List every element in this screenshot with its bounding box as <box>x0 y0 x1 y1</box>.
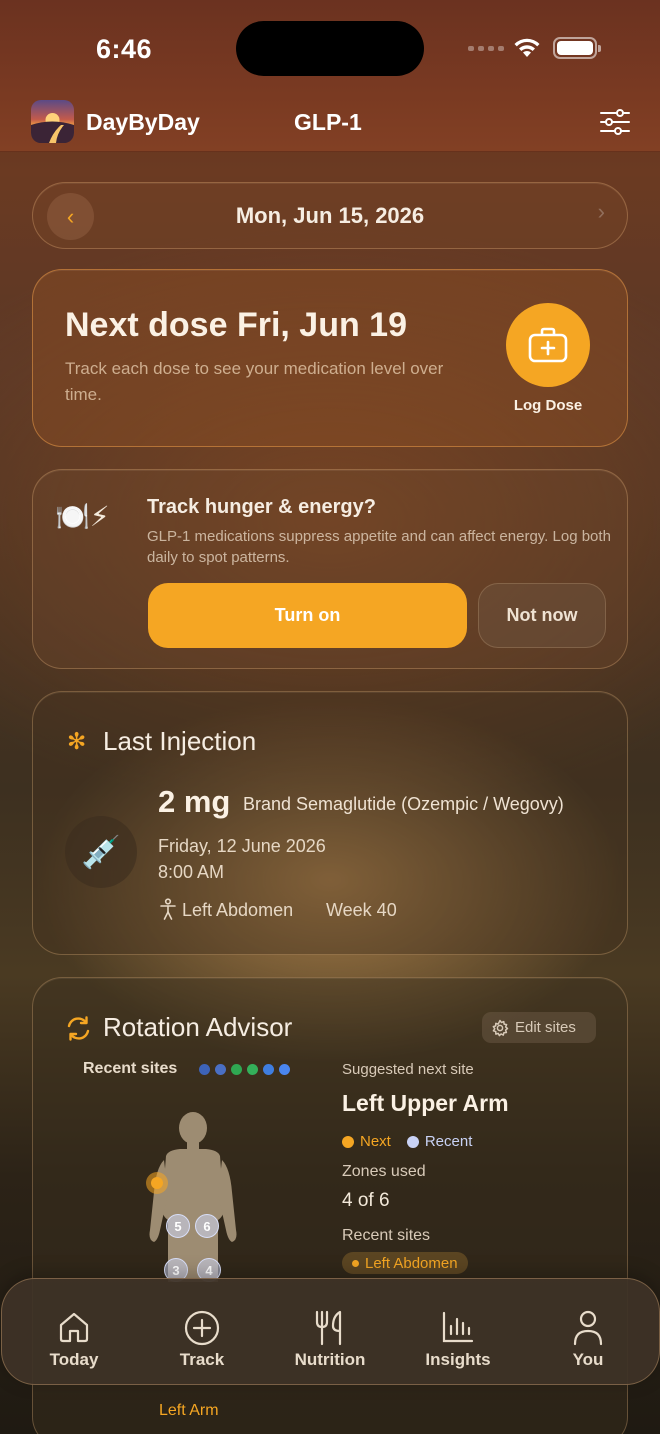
injection-time: 8:00 AM <box>158 862 225 882</box>
injection-site: Left Abdomen <box>182 900 294 920</box>
zones-used-label: Zones used <box>342 1163 426 1180</box>
next-legend-dot <box>342 1135 354 1148</box>
prompt-subtitle: GLP-1 medications suppress appetite and … <box>147 528 611 566</box>
chip-dot <box>352 1259 359 1267</box>
legend: Next Recent <box>342 1133 472 1150</box>
fork-knife-icon <box>315 1310 342 1346</box>
log-dose-button[interactable] <box>506 303 590 387</box>
tab-label: Insights <box>425 1350 491 1369</box>
tab-label: Today <box>49 1350 99 1369</box>
last-injection-card[interactable]: ✻ Last Injection 💉 2 mg Brand Semaglutid… <box>32 691 628 955</box>
tab-insights[interactable]: Insights <box>403 1279 513 1386</box>
hunger-energy-prompt: 🍽️⚡ Track hunger & energy? GLP-1 medicat… <box>32 469 628 669</box>
zones-used-value: 4 of 6 <box>342 1190 390 1211</box>
next-dose-title: Next dose Fri, Jun 19 <box>65 306 407 344</box>
recent-site-dot <box>231 1064 242 1075</box>
dose-amount: 2 mg <box>158 784 231 819</box>
gear-icon <box>492 1019 509 1036</box>
status-bar: 6:46 <box>0 0 660 96</box>
status-time: 6:46 <box>96 34 153 64</box>
chevron-right-icon: › <box>597 199 605 224</box>
medication-brand: Brand Semaglutide (Ozempic / Wegovy) <box>243 794 564 814</box>
recent-site-dot <box>199 1064 210 1075</box>
body-figure-icon <box>160 898 176 920</box>
person-icon <box>573 1310 603 1346</box>
rotate-arrows-icon <box>67 1016 90 1041</box>
header: DayByDay GLP-1 <box>0 96 660 152</box>
site-marker-5[interactable]: 5 <box>166 1214 190 1238</box>
edit-sites-label: Edit sites <box>515 1019 576 1036</box>
recent-site-dot <box>263 1064 274 1075</box>
asterisk-icon: ✻ <box>67 728 87 754</box>
cellular-signal-icon <box>468 46 504 51</box>
recent-site-dot <box>279 1064 290 1075</box>
next-day-button[interactable]: › <box>598 199 605 225</box>
recent-sites-list-label: Recent sites <box>342 1227 431 1244</box>
recent-site-dot <box>215 1064 226 1075</box>
left-arm-label: Left Arm <box>159 1402 219 1419</box>
plus-circle-icon <box>184 1310 220 1346</box>
next-site-marker[interactable] <box>146 1172 168 1194</box>
dynamic-island <box>236 21 424 76</box>
app-logo <box>31 100 74 143</box>
injection-date: Friday, 12 June 2026 <box>158 836 326 856</box>
wifi-icon <box>514 38 540 57</box>
body-diagram <box>149 1112 237 1282</box>
syringe-icon: 💉 <box>65 816 137 888</box>
suggested-next-label: Suggested next site <box>342 1061 474 1078</box>
recent-site-dot <box>247 1064 258 1075</box>
tab-nutrition[interactable]: Nutrition <box>275 1279 385 1386</box>
section-title: Rotation Advisor <box>103 1012 293 1042</box>
next-dose-card: Next dose Fri, Jun 19 Track each dose to… <box>32 269 628 447</box>
bar-chart-icon <box>442 1311 474 1343</box>
log-dose-label[interactable]: Log Dose <box>483 397 613 414</box>
suggested-next-site: Left Upper Arm <box>342 1090 509 1116</box>
tab-today[interactable]: Today <box>19 1279 129 1386</box>
legend-recent: Recent <box>424 1133 473 1150</box>
tab-track[interactable]: Track <box>147 1279 257 1386</box>
home-icon <box>59 1312 89 1343</box>
recent-site-chip[interactable]: Left Abdomen <box>342 1252 468 1274</box>
settings-sliders-icon[interactable] <box>598 106 632 138</box>
not-now-button[interactable]: Not now <box>478 583 606 648</box>
date-navigator: ‹ Mon, Jun 15, 2026 › <box>32 182 628 249</box>
recent-legend-dot <box>406 1135 419 1148</box>
tab-label: Nutrition <box>294 1350 366 1369</box>
recent-sites-label: Recent sites <box>83 1060 178 1077</box>
edit-sites-button[interactable]: Edit sites <box>482 1012 596 1043</box>
app-name: DayByDay <box>86 109 200 135</box>
section-title: Last Injection <box>103 726 257 756</box>
plate-lightning-icon: 🍽️⚡ <box>55 501 110 532</box>
tab-bar: Today Track Nutrition Insights You <box>1 1278 660 1385</box>
tab-label: Track <box>179 1350 225 1369</box>
injection-week: Week 40 <box>326 900 397 920</box>
current-date[interactable]: Mon, Jun 15, 2026 <box>33 203 627 229</box>
tab-you[interactable]: You <box>533 1279 643 1386</box>
tab-label: You <box>572 1350 604 1369</box>
prompt-title: Track hunger & energy? <box>147 496 376 518</box>
page-title: GLP-1 <box>294 109 362 135</box>
site-marker-6[interactable]: 6 <box>195 1214 219 1238</box>
medical-kit-icon <box>528 327 568 363</box>
next-dose-subtitle: Track each dose to see your medication l… <box>65 359 444 404</box>
recent-site-chip-label: Left Abdomen <box>365 1254 458 1272</box>
recent-sites-dots <box>199 1064 290 1075</box>
battery-icon <box>553 37 601 59</box>
turn-on-button[interactable]: Turn on <box>148 583 467 648</box>
legend-next: Next <box>360 1133 391 1150</box>
